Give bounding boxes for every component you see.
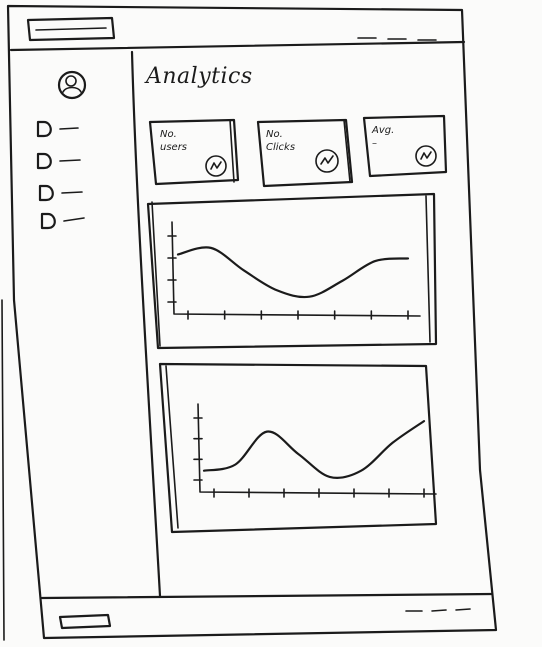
footer-button[interactable] — [58, 613, 114, 630]
user-avatar-icon[interactable] — [56, 68, 90, 102]
card-label: No. Clicks — [266, 129, 296, 153]
document-icon — [36, 120, 79, 138]
line-chart-2 — [193, 403, 437, 498]
series-line — [202, 420, 426, 480]
document-icon — [38, 184, 83, 202]
document-icon — [36, 152, 81, 170]
sidebar-item-2[interactable] — [34, 150, 94, 172]
chart-icon — [205, 155, 227, 177]
line-chart-1 — [167, 221, 421, 320]
chart-axes — [197, 403, 437, 495]
sidebar-item-3[interactable] — [36, 182, 96, 204]
chart-axes — [171, 221, 421, 317]
document-icon — [40, 212, 85, 230]
footer-menu-icon[interactable] — [404, 606, 474, 616]
sidebar-item-4[interactable] — [38, 210, 98, 232]
chart-panel-2 — [156, 360, 446, 536]
page-title: Analytics — [146, 64, 253, 89]
stat-card-clicks[interactable]: No. Clicks — [256, 116, 356, 188]
chart-panel-1 — [144, 192, 444, 352]
sidebar-item-1[interactable] — [34, 118, 94, 140]
series-line — [176, 246, 410, 299]
chart-icon — [315, 149, 339, 173]
chart-icon — [415, 145, 437, 167]
stat-card-users[interactable]: No. users — [146, 116, 246, 188]
top-menu-icon[interactable] — [356, 34, 440, 44]
card-label: Avg. – — [372, 125, 395, 149]
card-label: No. users — [160, 129, 188, 153]
stat-card-average[interactable]: Avg. – — [362, 114, 452, 180]
app-logo-box[interactable] — [26, 16, 116, 42]
